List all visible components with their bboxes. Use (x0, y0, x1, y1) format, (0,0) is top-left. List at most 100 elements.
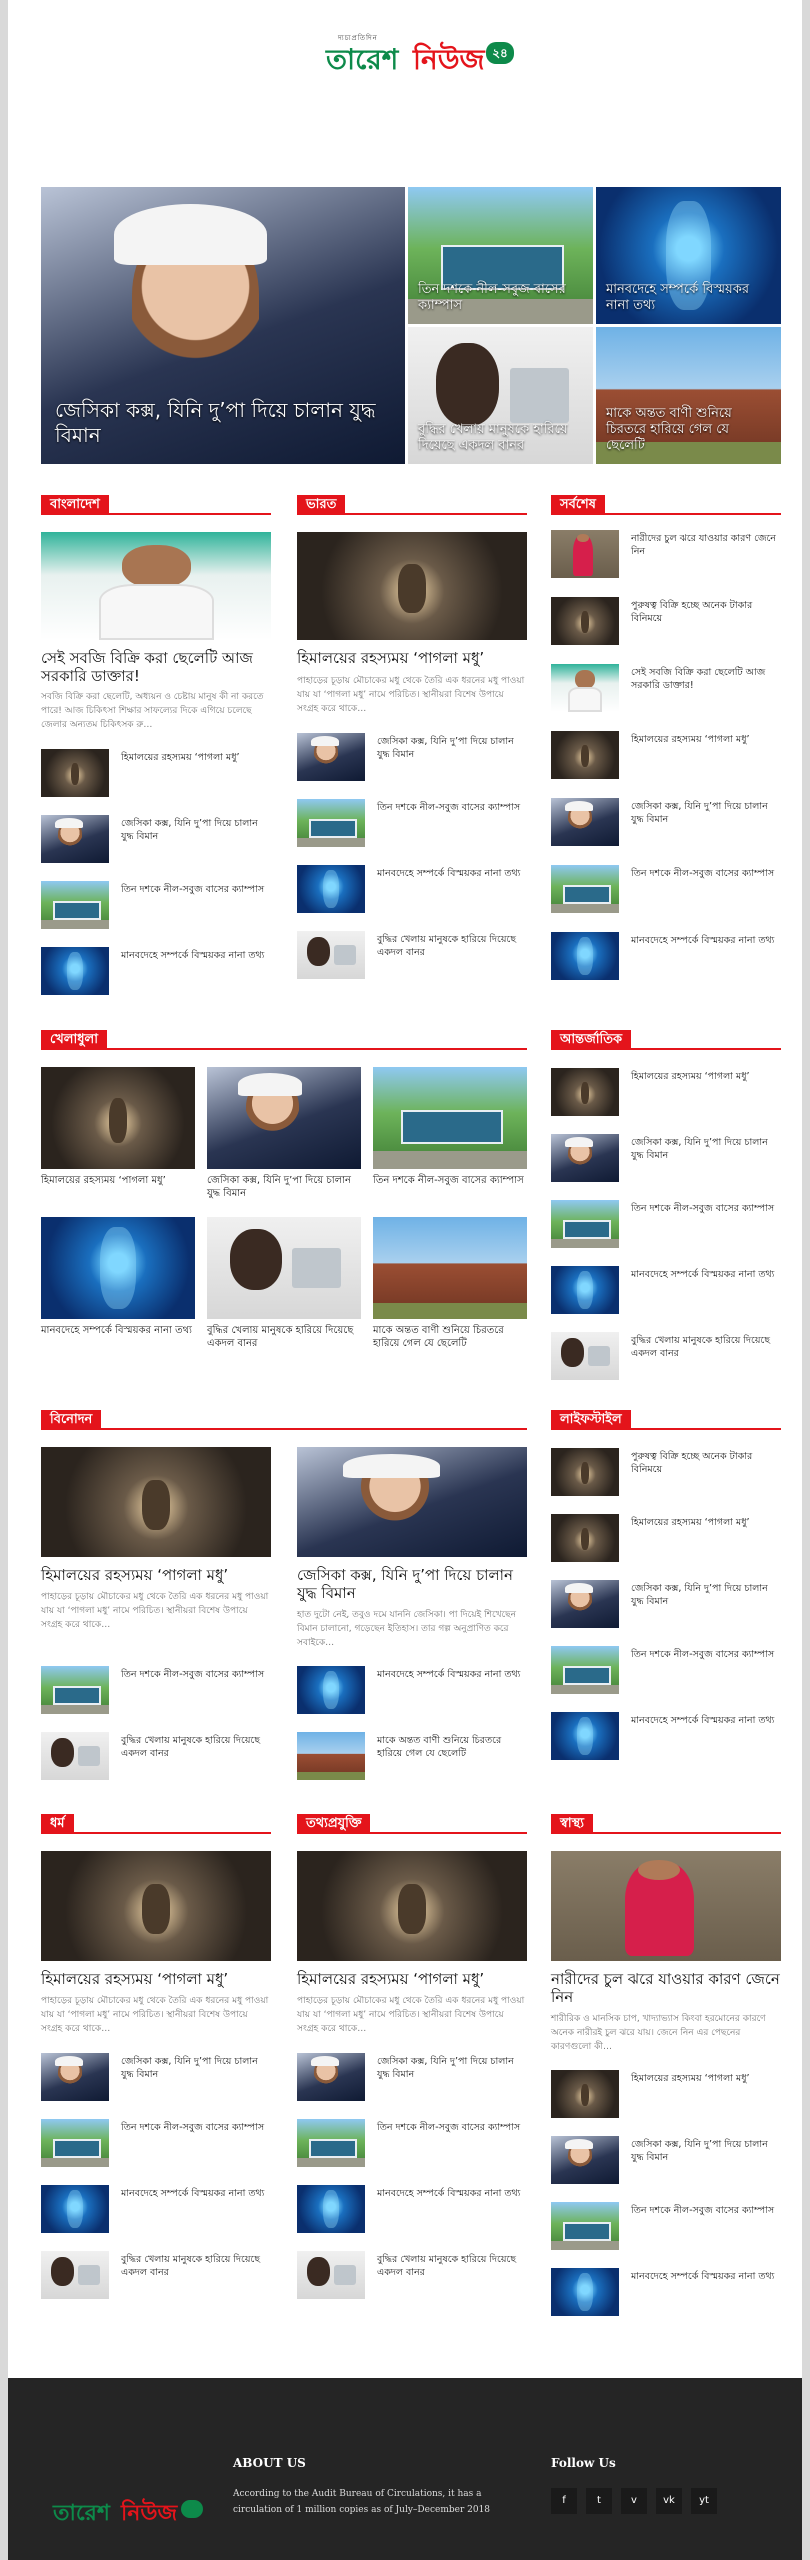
section-title-india[interactable]: ভারত (297, 495, 346, 515)
india-item-3-image[interactable] (297, 865, 365, 913)
latest-item-4-title[interactable]: হিমালয়ের রহস্যময় ‘পাগলা মধু’ (631, 733, 781, 746)
section-title-lifestyle[interactable]: লাইফস্টাইল (551, 1410, 631, 1430)
sports-card-6-title[interactable]: মাকে অন্তত বাণী শুনিয়ে চিরতরে হারিয়ে গ… (373, 1324, 527, 1350)
india-feature-title[interactable]: হিমালয়ের রহস্যময় ‘পাগলা মধু’ (297, 649, 527, 667)
tech-feature-image[interactable] (297, 1851, 527, 1961)
india-item-2-title[interactable]: তিন দশকে নীল-সবুজ বাসের ক্যাম্পাস (377, 801, 527, 814)
health-item-1-image[interactable] (551, 2070, 619, 2118)
latest-item-3-image[interactable] (551, 664, 619, 712)
tech-item-1-image[interactable] (297, 2053, 365, 2101)
hero-tile-3-title[interactable]: বুদ্ধির খেলায় মানুষকে হারিয়ে দিয়েছে এ… (418, 422, 583, 454)
health-item-4-title[interactable]: মানবদেহে সম্পর্কে বিস্ময়কর নানা তথ্য (631, 2270, 781, 2283)
health-item-4-image[interactable] (551, 2268, 619, 2316)
section-title-bangladesh[interactable]: বাংলাদেশ (41, 495, 109, 515)
tech-item-1-title[interactable]: জেসিকা কক্স, যিনি দু’পা দিয়ে চালান যুদ্… (377, 2055, 527, 2081)
hero-tile-4-title[interactable]: মাকে অন্তত বাণী শুনিয়ে চিরতরে হারিয়ে গ… (606, 406, 771, 454)
latest-item-4-image[interactable] (551, 731, 619, 779)
religion-item-2-title[interactable]: তিন দশকে নীল-সবুজ বাসের ক্যাম্পাস (121, 2121, 271, 2134)
latest-item-2-title[interactable]: পুরুষত্ব বিক্রি হচ্ছে অনেক টাকার বিনিময়… (631, 599, 781, 625)
latest-item-6-image[interactable] (551, 865, 619, 913)
religion-feature-image[interactable] (41, 1851, 271, 1961)
india-feature-image[interactable] (297, 532, 527, 640)
latest-item-2-image[interactable] (551, 597, 619, 645)
section-title-sports[interactable]: খেলাধুলা (41, 1030, 108, 1050)
hero-tile-3[interactable]: বুদ্ধির খেলায় মানুষকে হারিয়ে দিয়েছে এ… (408, 327, 593, 464)
entertainment-item-1-image[interactable] (41, 1666, 109, 1714)
twitter-icon[interactable]: t (586, 2488, 612, 2514)
section-header-bangladesh[interactable]: বাংলাদেশ (41, 493, 271, 515)
latest-item-6-title[interactable]: তিন দশকে নীল-সবুজ বাসের ক্যাম্পাস (631, 867, 781, 880)
international-item-4-image[interactable] (551, 1266, 619, 1314)
section-title-entertainment[interactable]: বিনোদন (41, 1410, 102, 1430)
bangladesh-item-4-title[interactable]: মানবদেহে সম্পর্কে বিস্ময়কর নানা তথ্য (121, 949, 271, 962)
section-title-latest[interactable]: সর্বশেষ (551, 495, 605, 515)
health-item-3-title[interactable]: তিন দশকে নীল-সবুজ বাসের ক্যাম্পাস (631, 2204, 781, 2217)
sports-card-3-image[interactable] (373, 1067, 527, 1169)
international-item-5-image[interactable] (551, 1332, 619, 1380)
bangladesh-item-2-image[interactable] (41, 815, 109, 863)
religion-item-1-image[interactable] (41, 2053, 109, 2101)
lifestyle-item-3-title[interactable]: জেসিকা কক্স, যিনি দু’পা দিয়ে চালান যুদ্… (631, 1582, 781, 1608)
international-item-3-image[interactable] (551, 1200, 619, 1248)
sports-card-5-title[interactable]: বুদ্ধির খেলায় মানুষকে হারিয়ে দিয়েছে এ… (207, 1324, 361, 1350)
entertainment-item-4-title[interactable]: মাকে অন্তত বাণী শুনিয়ে চিরতরে হারিয়ে গ… (377, 1734, 527, 1760)
religion-feature-title[interactable]: হিমালয়ের রহস্যময় ‘পাগলা মধু’ (41, 1970, 271, 1988)
sports-card-4-image[interactable] (41, 1217, 195, 1319)
hero-main-tile[interactable]: জেসিকা কক্স, যিনি দু’পা দিয়ে চালান যুদ্… (41, 187, 405, 464)
youtube-icon[interactable]: yt (691, 2488, 717, 2514)
health-feature-image[interactable] (551, 1851, 781, 1961)
section-header-lifestyle[interactable]: লাইফস্টাইল (551, 1408, 781, 1430)
lifestyle-item-1-title[interactable]: পুরুষত্ব বিক্রি হচ্ছে অনেক টাকার বিনিময়… (631, 1450, 781, 1476)
lifestyle-item-1-image[interactable] (551, 1448, 619, 1496)
international-item-4-title[interactable]: মানবদেহে সম্পর্কে বিস্ময়কর নানা তথ্য (631, 1268, 781, 1281)
tech-item-4-image[interactable] (297, 2251, 365, 2299)
india-item-4-image[interactable] (297, 931, 365, 979)
religion-item-1-title[interactable]: জেসিকা কক্স, যিনি দু’পা দিয়ে চালান যুদ্… (121, 2055, 271, 2081)
section-header-religion[interactable]: ধর্ম (41, 1812, 271, 1834)
latest-item-5-image[interactable] (551, 798, 619, 846)
entertainment-feature-2-image[interactable] (297, 1447, 527, 1557)
vk-icon[interactable]: vk (656, 2488, 682, 2514)
entertainment-item-2-title[interactable]: বুদ্ধির খেলায় মানুষকে হারিয়ে দিয়েছে এ… (121, 1734, 271, 1760)
lifestyle-item-2-image[interactable] (551, 1514, 619, 1562)
health-feature-title[interactable]: নারীদের চুল ঝরে যাওয়ার কারণ জেনে নিন (551, 1970, 781, 2006)
hero-tile-1-title[interactable]: তিন দশকে নীল-সবুজ বাসের ক্যাম্পাস (418, 282, 583, 314)
hero-tile-2[interactable]: মানবদেহে সম্পর্কে বিস্ময়কর নানা তথ্য (596, 187, 781, 324)
section-header-india[interactable]: ভারত (297, 493, 527, 515)
section-header-sports[interactable]: খেলাধুলা (41, 1028, 527, 1050)
section-title-health[interactable]: স্বাস্থ্য (551, 1814, 594, 1834)
health-item-2-image[interactable] (551, 2136, 619, 2184)
latest-item-5-title[interactable]: জেসিকা কক্স, যিনি দু’পা দিয়ে চালান যুদ্… (631, 800, 781, 826)
bangladesh-item-1-image[interactable] (41, 749, 109, 797)
hero-tile-4[interactable]: মাকে অন্তত বাণী শুনিয়ে চিরতরে হারিয়ে গ… (596, 327, 781, 464)
entertainment-item-2-image[interactable] (41, 1732, 109, 1780)
tech-item-2-title[interactable]: তিন দশকে নীল-সবুজ বাসের ক্যাম্পাস (377, 2121, 527, 2134)
tech-item-4-title[interactable]: বুদ্ধির খেলায় মানুষকে হারিয়ে দিয়েছে এ… (377, 2253, 527, 2279)
bangladesh-item-4-image[interactable] (41, 947, 109, 995)
sports-card-6-image[interactable] (373, 1217, 527, 1319)
section-header-health[interactable]: স্বাস্থ্য (551, 1812, 781, 1834)
bangladesh-item-3-image[interactable] (41, 881, 109, 929)
section-header-entertainment[interactable]: বিনোদন (41, 1408, 527, 1430)
bangladesh-item-1-title[interactable]: হিমালয়ের রহস্যময় ‘পাগলা মধু’ (121, 751, 271, 764)
india-item-1-title[interactable]: জেসিকা কক্স, যিনি দু’পা দিয়ে চালান যুদ্… (377, 735, 527, 761)
international-item-3-title[interactable]: তিন দশকে নীল-সবুজ বাসের ক্যাম্পাস (631, 1202, 781, 1215)
india-item-2-image[interactable] (297, 799, 365, 847)
religion-item-3-title[interactable]: মানবদেহে সম্পর্কে বিস্ময়কর নানা তথ্য (121, 2187, 271, 2200)
hero-tile-1[interactable]: তিন দশকে নীল-সবুজ বাসের ক্যাম্পাস (408, 187, 593, 324)
international-item-1-title[interactable]: হিমালয়ের রহস্যময় ‘পাগলা মধু’ (631, 1070, 781, 1083)
hero-tile-2-title[interactable]: মানবদেহে সম্পর্কে বিস্ময়কর নানা তথ্য (606, 282, 771, 314)
entertainment-item-3-title[interactable]: মানবদেহে সম্পর্কে বিস্ময়কর নানা তথ্য (377, 1668, 527, 1681)
religion-item-3-image[interactable] (41, 2185, 109, 2233)
entertainment-feature-1-title[interactable]: হিমালয়ের রহস্যময় ‘পাগলা মধু’ (41, 1566, 271, 1584)
religion-item-4-title[interactable]: বুদ্ধির খেলায় মানুষকে হারিয়ে দিয়েছে এ… (121, 2253, 271, 2279)
entertainment-item-1-title[interactable]: তিন দশকে নীল-সবুজ বাসের ক্যাম্পাস (121, 1668, 271, 1681)
section-header-latest[interactable]: সর্বশেষ (551, 493, 781, 515)
health-item-2-title[interactable]: জেসিকা কক্স, যিনি দু’পা দিয়ে চালান যুদ্… (631, 2138, 781, 2164)
lifestyle-item-4-image[interactable] (551, 1646, 619, 1694)
latest-item-7-title[interactable]: মানবদেহে সম্পর্কে বিস্ময়কর নানা তথ্য (631, 934, 781, 947)
international-item-2-title[interactable]: জেসিকা কক্স, যিনি দু’পা দিয়ে চালান যুদ্… (631, 1136, 781, 1162)
sports-card-2-image[interactable] (207, 1067, 361, 1169)
tech-feature-title[interactable]: হিমালয়ের রহস্যময় ‘পাগলা মধু’ (297, 1970, 527, 1988)
health-item-3-image[interactable] (551, 2202, 619, 2250)
